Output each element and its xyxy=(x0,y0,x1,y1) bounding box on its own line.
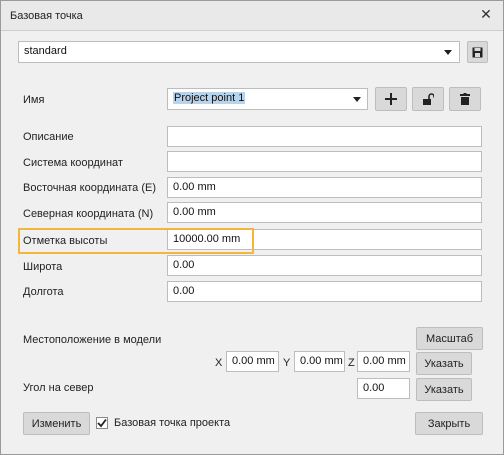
dialog-title: Базовая точка xyxy=(10,10,83,22)
y-label: Y xyxy=(283,357,291,369)
project-point-checkbox[interactable] xyxy=(96,417,108,429)
latitude-label: Широта xyxy=(23,261,63,273)
name-label: Имя xyxy=(23,94,45,106)
elevation-field[interactable]: 10000.00 mm xyxy=(167,229,482,250)
preset-value: standard xyxy=(24,45,67,57)
model-location-label: Местоположение в модели xyxy=(23,334,162,346)
close-button[interactable]: Закрыть xyxy=(415,412,483,435)
unlock-button[interactable] xyxy=(412,87,444,111)
easting-field[interactable]: 0.00 mm xyxy=(167,177,482,198)
delete-point-button[interactable] xyxy=(449,87,481,111)
x-label: X xyxy=(215,357,223,369)
add-point-button[interactable] xyxy=(375,87,407,111)
name-value: Project point 1 xyxy=(173,92,246,104)
chevron-down-icon xyxy=(444,50,452,55)
close-icon[interactable]: ✕ xyxy=(477,5,495,23)
description-field[interactable] xyxy=(167,126,482,147)
project-point-label: Базовая точка проекта xyxy=(114,417,231,429)
name-dropdown[interactable]: Project point 1 xyxy=(167,88,368,110)
longitude-field[interactable]: 0.00 xyxy=(167,281,482,302)
easting-label: Восточная координата (E) xyxy=(23,182,156,194)
edit-button[interactable]: Изменить xyxy=(23,412,90,435)
model-z-field[interactable]: 0.00 mm xyxy=(357,351,410,372)
checkmark-icon xyxy=(97,418,107,428)
latitude-field[interactable]: 0.00 xyxy=(167,255,482,276)
plus-icon xyxy=(385,93,397,105)
north-angle-field[interactable]: 0.00 xyxy=(357,378,410,399)
northing-field[interactable]: 0.00 mm xyxy=(167,202,482,223)
elevation-label: Отметка высоты xyxy=(23,235,108,247)
description-label: Описание xyxy=(23,131,74,143)
north-angle-label: Угол на север xyxy=(23,382,94,394)
title-bar: Базовая точка ✕ xyxy=(1,1,503,31)
save-icon xyxy=(472,47,483,57)
save-preset-button[interactable] xyxy=(467,41,488,63)
coordinate-system-label: Система координат xyxy=(23,157,123,169)
longitude-label: Долгота xyxy=(23,286,64,298)
trash-icon xyxy=(460,93,470,105)
preset-dropdown[interactable]: standard xyxy=(18,41,460,63)
northing-label: Северная координата (N) xyxy=(23,208,154,220)
unlock-icon xyxy=(423,93,434,105)
model-y-field[interactable]: 0.00 mm xyxy=(294,351,345,372)
model-x-field[interactable]: 0.00 mm xyxy=(226,351,279,372)
base-point-dialog: Базовая точка ✕ standard Имя Project poi… xyxy=(0,0,504,455)
scale-button[interactable]: Масштаб xyxy=(416,327,483,350)
z-label: Z xyxy=(348,357,355,369)
coordinate-system-field[interactable] xyxy=(167,151,482,172)
chevron-down-icon xyxy=(353,97,361,102)
specify-north-button[interactable]: Указать xyxy=(416,378,472,401)
specify-location-button[interactable]: Указать xyxy=(416,352,472,375)
